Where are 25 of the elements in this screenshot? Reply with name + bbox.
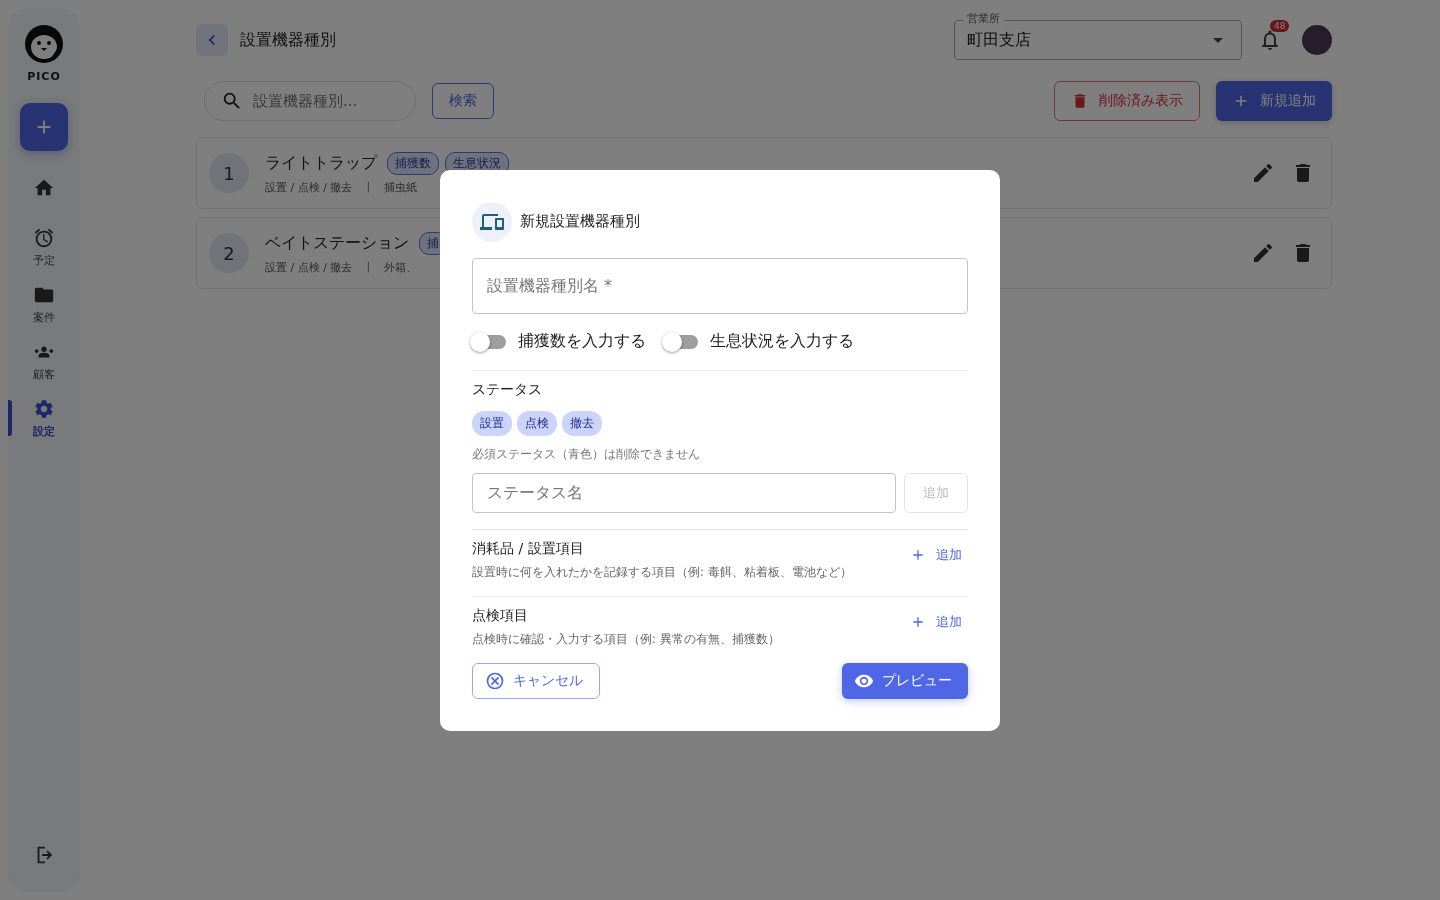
item-detail: 外箱、: [384, 259, 418, 275]
section-heading: 点検項目: [472, 606, 529, 625]
dialog-title: 新規設置機器種別: [520, 212, 640, 231]
item-name: ライトトラップ: [265, 152, 377, 174]
status-list: 設置 / 点検 / 撤去: [265, 259, 353, 275]
page-title: 設置機器種別: [240, 29, 336, 51]
toggle-label: 捕獲数を入力する: [518, 331, 646, 352]
status-list: 設置 / 点検 / 撤去: [265, 179, 353, 195]
separator: |: [366, 259, 371, 275]
toggle-label: 生息状況を入力する: [710, 331, 854, 352]
section-heading: 消耗品 / 設置項目: [472, 539, 585, 558]
separator: |: [366, 179, 371, 195]
section-description: 点検時に確認・入力する項目（例: 異常の有無、捕獲数）: [472, 631, 780, 647]
helper-text: 必須ステータス（青色）は削除できません: [472, 445, 701, 463]
item-name: ベイトステーション: [265, 232, 409, 254]
section-description: 設置時に何を入れたかを記録する項目（例: 毒餌、粘着板、電池など）: [472, 564, 852, 580]
number-circle: 1: [209, 153, 249, 193]
tag: 捕獲数: [387, 151, 439, 175]
select-value: 町田支店: [967, 29, 1032, 51]
item-detail: 捕虫紙: [384, 179, 418, 195]
logo-text: PICO: [27, 70, 61, 83]
select-label: 営業所: [963, 12, 1004, 26]
number-circle: 2: [209, 233, 249, 273]
notification-badge: 48: [1270, 20, 1290, 32]
section-heading: ステータス: [472, 380, 543, 399]
